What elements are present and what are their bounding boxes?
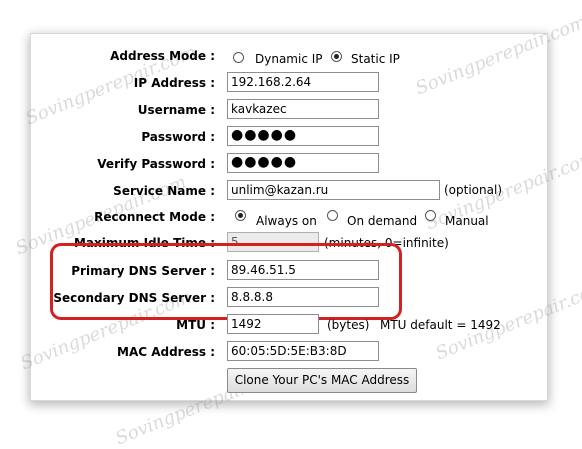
mtu-input[interactable]: 1492 (227, 314, 319, 334)
password-label: Password : (141, 130, 215, 144)
username-input[interactable]: kavkazec (227, 99, 379, 119)
manual-radio[interactable] (425, 210, 436, 221)
mac-address-input[interactable]: 60:05:5D:5E:B3:8D (227, 341, 379, 361)
on-demand-label: On demand (347, 214, 418, 228)
address-mode-label: Address Mode : (110, 49, 215, 63)
service-name-input[interactable]: unlim@kazan.ru (227, 180, 440, 200)
manual-label: Manual (445, 214, 489, 228)
password-input[interactable]: ●●●●● (227, 126, 379, 146)
mtu-label: MTU : (176, 318, 215, 332)
always-on-label: Always on (256, 214, 317, 228)
mtu-default-note: MTU default = 1492 (380, 318, 501, 332)
clone-mac-button[interactable]: Clone Your PC's MAC Address (227, 368, 417, 393)
static-ip-radio[interactable] (331, 51, 342, 62)
service-name-note: (optional) (444, 183, 502, 197)
verify-password-label: Verify Password : (97, 157, 215, 171)
mac-address-label: MAC Address : (117, 345, 215, 359)
reconnect-mode-label: Reconnect Mode : (94, 210, 215, 224)
mtu-unit: (bytes) (327, 318, 370, 332)
verify-password-input[interactable]: ●●●●● (227, 153, 379, 173)
dynamic-ip-radio[interactable] (233, 52, 244, 63)
on-demand-radio[interactable] (327, 210, 338, 221)
service-name-label: Service Name : (113, 184, 215, 198)
dns-highlight-frame (50, 243, 402, 320)
ip-address-label: IP Address : (133, 76, 215, 90)
username-label: Username : (137, 103, 215, 117)
always-on-radio[interactable] (235, 210, 246, 221)
static-ip-label: Static IP (351, 52, 400, 66)
dynamic-ip-label: Dynamic IP (255, 52, 323, 66)
ip-address-input[interactable]: 192.168.2.64 (227, 72, 379, 92)
